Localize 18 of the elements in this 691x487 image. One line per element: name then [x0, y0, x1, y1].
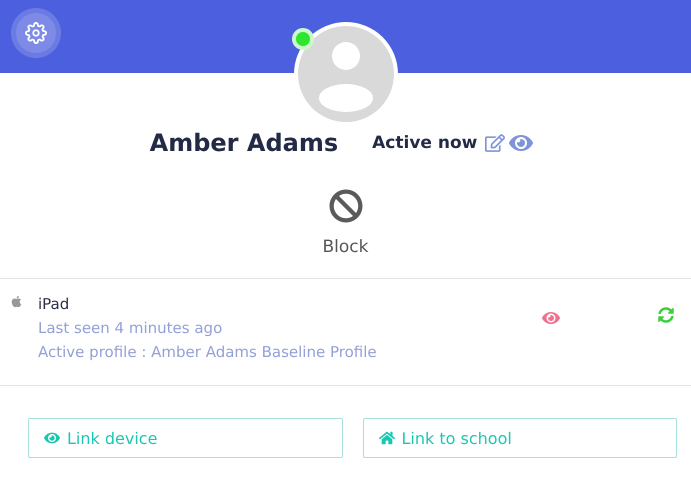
block-icon[interactable]	[328, 189, 362, 223]
status-text: Active now	[372, 133, 478, 153]
link-button[interactable]: Link to school	[362, 418, 677, 458]
block-label[interactable]: Block	[322, 237, 368, 257]
apple-icon	[10, 295, 23, 308]
device-name: iPad	[38, 295, 70, 313]
link-button[interactable]: Link device	[28, 418, 342, 458]
active-profile-text: Active profile : Amber Adams Baseline Profile	[38, 343, 377, 361]
eye-icon[interactable]	[542, 309, 560, 327]
last-seen-text: Last seen 4 minutes ago	[38, 319, 224, 337]
eye-icon	[44, 430, 60, 446]
settings-icon	[25, 22, 47, 44]
avatar-icon	[298, 26, 394, 122]
edit-icon[interactable]	[485, 133, 506, 153]
settings-button[interactable]	[11, 8, 61, 58]
user-name: Amber Adams	[150, 129, 338, 157]
house-icon	[378, 430, 394, 446]
sync-icon[interactable]	[658, 307, 674, 323]
